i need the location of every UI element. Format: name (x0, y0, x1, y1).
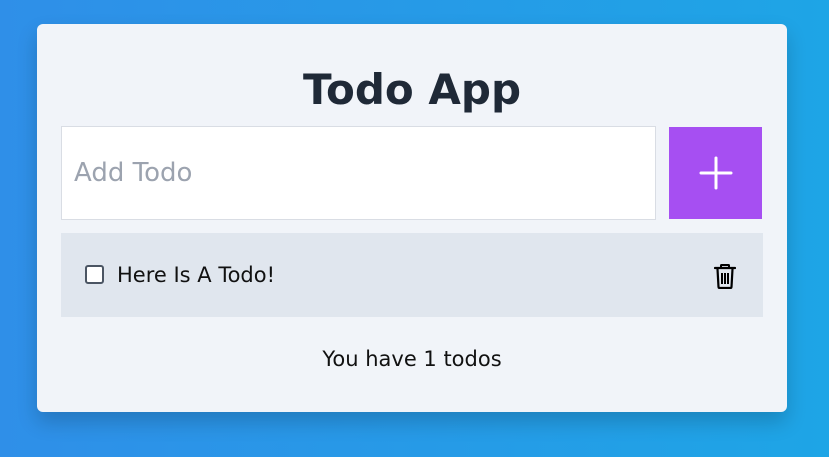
page-title: Todo App (302, 65, 522, 114)
plus-icon (699, 156, 732, 190)
add-todo-input[interactable] (61, 126, 656, 220)
todo-count: You have 1 todos (322, 347, 502, 371)
add-todo-button[interactable] (669, 127, 762, 219)
todo-item: Here Is A Todo! (61, 233, 763, 317)
todo-text: Here Is A Todo! (117, 263, 276, 287)
todo-checkbox[interactable] (85, 265, 104, 284)
delete-todo-button[interactable] (712, 262, 738, 290)
trash-icon (714, 263, 736, 289)
todo-card: Todo App Here Is A Todo! You have (37, 24, 787, 412)
todo-list: Here Is A Todo! (61, 233, 763, 317)
